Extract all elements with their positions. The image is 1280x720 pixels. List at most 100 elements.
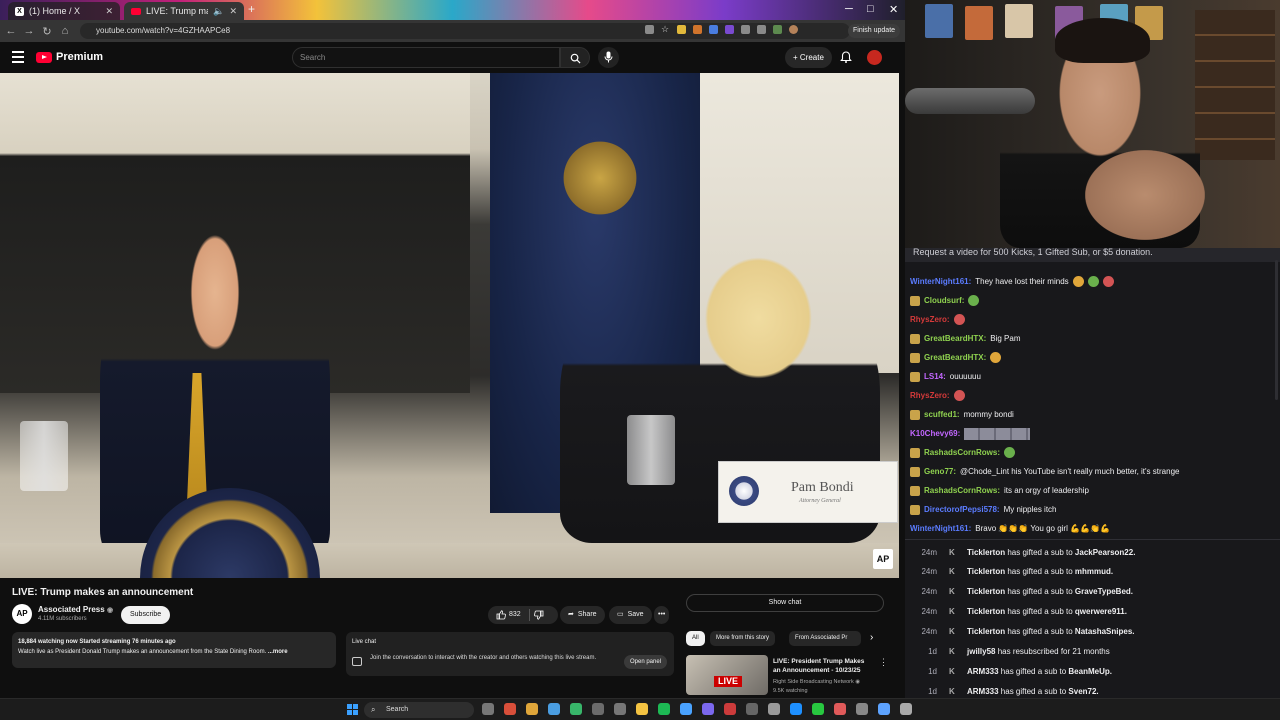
recommendation-thumbnail[interactable]: LIVE [686, 655, 768, 695]
more-vert-icon[interactable]: ⋮ [879, 657, 888, 668]
extension-icon[interactable] [709, 25, 718, 34]
reload-icon[interactable]: ↻ [38, 25, 56, 38]
taskbar-app-icon[interactable] [526, 703, 538, 715]
finish-update-button[interactable]: Finish update [848, 24, 901, 38]
thumbs-down-icon[interactable] [533, 610, 544, 620]
chat-username[interactable]: RashadsCornRows: [924, 448, 1000, 457]
sub-event-user[interactable]: ARM333 [967, 687, 999, 696]
show-chat-button[interactable]: Show chat [686, 594, 884, 612]
windows-start-icon[interactable] [347, 704, 358, 715]
chat-username[interactable]: WinterNight161: [910, 277, 971, 286]
taskbar-app-icon[interactable] [592, 703, 604, 715]
close-tab-icon[interactable]: ✕ [105, 6, 113, 17]
taskbar-app-icon[interactable] [878, 703, 890, 715]
maximize-button[interactable]: □ [867, 3, 874, 15]
taskbar-app-icon[interactable] [680, 703, 692, 715]
sub-event-recipient[interactable]: Sven72. [1068, 687, 1098, 696]
extension-icon[interactable] [693, 25, 702, 34]
cast-icon[interactable] [645, 25, 654, 34]
taskbar-app-icon[interactable] [900, 703, 912, 715]
taskbar-app-icon[interactable] [812, 703, 824, 715]
taskbar-app-icon[interactable] [768, 703, 780, 715]
sub-event-recipient[interactable]: BeanMeUp. [1068, 667, 1112, 676]
channel-avatar[interactable]: AP [12, 604, 32, 624]
chat-scrollbar[interactable] [1275, 260, 1278, 400]
new-tab-button[interactable]: + [248, 2, 255, 16]
chip-more-from-story[interactable]: More from this story [710, 631, 776, 646]
sub-event-recipient[interactable]: GraveTypeBed. [1075, 587, 1133, 596]
minimize-button[interactable]: ─ [845, 3, 853, 15]
search-button[interactable] [560, 47, 590, 68]
description-more-link[interactable]: ...more [268, 649, 288, 655]
create-button[interactable]: + Create [785, 47, 832, 68]
sub-event-user[interactable]: Ticklerton [967, 548, 1005, 557]
back-arrow-icon[interactable]: ← [2, 25, 20, 37]
chip-all[interactable]: All [686, 631, 705, 646]
open-panel-button[interactable]: Open panel [624, 655, 668, 669]
taskbar-app-icon[interactable] [548, 703, 560, 715]
recommendation-channel[interactable]: Right Side Broadcasting Network ◉ [773, 679, 860, 685]
description-box[interactable]: 18,884 watching now Started streaming 76… [12, 632, 336, 668]
puzzle-icon[interactable] [741, 25, 750, 34]
youtube-logo[interactable]: Premium [36, 51, 103, 63]
tab-youtube-live[interactable]: LIVE: Trump makes an anno 🔈 ✕ [124, 2, 244, 20]
star-icon[interactable]: ☆ [661, 25, 670, 34]
share-button[interactable]: ➦ Share [560, 606, 605, 624]
sidebar-icon[interactable] [757, 25, 766, 34]
sub-event-user[interactable]: jwilly58 [967, 647, 995, 656]
taskbar-app-icon[interactable] [570, 703, 582, 715]
taskbar-app-icon[interactable] [856, 703, 868, 715]
sub-event-user[interactable]: Ticklerton [967, 607, 1005, 616]
sub-event-user[interactable]: Ticklerton [967, 567, 1005, 576]
chat-username[interactable]: GreatBeardHTX: [924, 353, 986, 362]
close-window-button[interactable]: ✕ [889, 3, 898, 16]
chip-from-associated-press[interactable]: From Associated Pr [789, 631, 861, 646]
close-tab-icon[interactable]: ✕ [229, 6, 237, 17]
save-button[interactable]: ▭ Save [609, 606, 652, 624]
chat-username[interactable]: LS14: [924, 372, 946, 381]
sub-event-recipient[interactable]: NatashaSnipes. [1075, 627, 1135, 636]
tab-x-home[interactable]: X (1) Home / X ✕ [8, 2, 120, 20]
sub-event-user[interactable]: ARM333 [967, 667, 999, 676]
extension-icon[interactable] [725, 25, 734, 34]
taskbar-app-icon[interactable] [746, 703, 758, 715]
user-avatar[interactable] [867, 50, 882, 65]
taskbar-search[interactable]: ⌕ Search [364, 702, 474, 718]
chat-username[interactable]: K10Chevy69: [910, 429, 960, 438]
speaker-icon[interactable]: 🔈 [213, 6, 224, 17]
chat-username[interactable]: Geno77: [924, 467, 956, 476]
taskbar-app-icon[interactable] [614, 703, 626, 715]
chat-username[interactable]: scuffed1: [924, 410, 960, 419]
taskbar-app-icon[interactable] [636, 703, 648, 715]
subscribe-button[interactable]: Subscribe [121, 606, 171, 624]
channel-name[interactable]: Associated Press ◉ [38, 605, 113, 614]
more-actions-button[interactable]: ••• [654, 606, 670, 624]
taskbar-app-icon[interactable] [504, 703, 516, 715]
profile-avatar[interactable] [789, 25, 798, 34]
voice-search-button[interactable] [598, 47, 619, 68]
chat-username[interactable]: RhysZero: [910, 391, 950, 400]
like-button[interactable]: 832 [496, 606, 521, 624]
video-player[interactable]: Pam Bondi Attorney General AP [0, 73, 899, 578]
sub-event-user[interactable]: Ticklerton [967, 627, 1005, 636]
chat-username[interactable]: RhysZero: [910, 315, 950, 324]
forward-arrow-icon[interactable]: → [20, 25, 38, 37]
sub-event-recipient[interactable]: qwerwere911. [1075, 607, 1127, 616]
chat-username[interactable]: WinterNight161: [910, 524, 971, 533]
taskbar-app-icon[interactable] [482, 703, 494, 715]
search-input[interactable]: Search [292, 47, 560, 68]
extension-icon[interactable] [773, 25, 782, 34]
chevron-right-icon[interactable]: › [870, 632, 873, 643]
taskbar-app-icon[interactable] [702, 703, 714, 715]
taskbar-app-icon[interactable] [724, 703, 736, 715]
menu-icon[interactable] [12, 51, 24, 66]
extension-icon[interactable] [677, 25, 686, 34]
sub-event-user[interactable]: Ticklerton [967, 587, 1005, 596]
sub-event-recipient[interactable]: mhmmud. [1075, 567, 1113, 576]
chat-username[interactable]: RashadsCornRows: [924, 486, 1000, 495]
notification-bell-icon[interactable] [840, 51, 852, 63]
sub-event-recipient[interactable]: JackPearson22. [1075, 548, 1136, 557]
taskbar-app-icon[interactable] [834, 703, 846, 715]
taskbar-app-icon[interactable] [658, 703, 670, 715]
recommendation-title[interactable]: LIVE: President Trump Makes an Announcem… [773, 657, 873, 675]
